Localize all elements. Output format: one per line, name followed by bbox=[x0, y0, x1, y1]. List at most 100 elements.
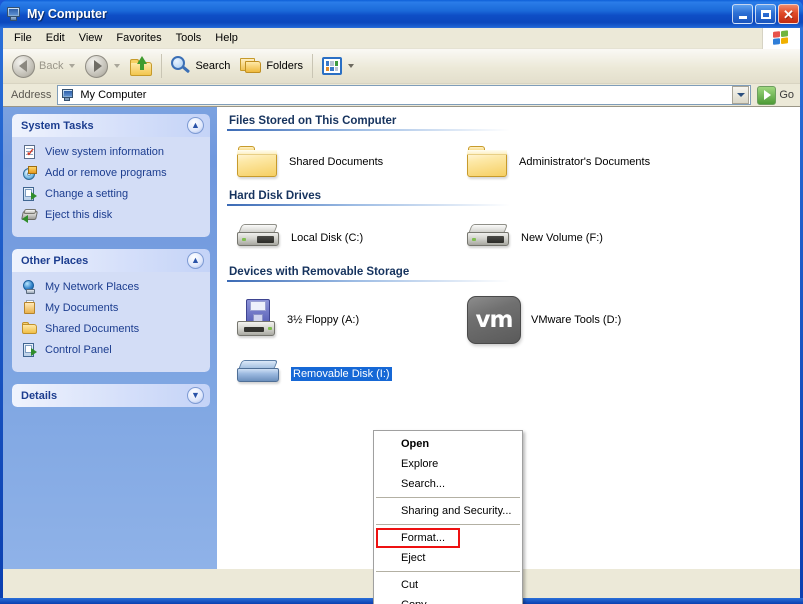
panel-body-other-places: My Network Places My Documents Shared Do… bbox=[12, 272, 210, 372]
minimize-button[interactable] bbox=[732, 4, 753, 24]
panel-body-system-tasks: ✓ View system information Add or remove … bbox=[12, 137, 210, 237]
eject-disk-icon bbox=[21, 207, 38, 223]
back-dropdown-icon[interactable] bbox=[69, 64, 76, 68]
address-bar: Address My Computer Go bbox=[3, 84, 800, 107]
go-label: Go bbox=[779, 89, 794, 101]
context-menu-separator bbox=[376, 524, 520, 525]
computer-icon bbox=[61, 88, 75, 102]
file-item-removable-disk-i[interactable]: Removable Disk (I:) bbox=[237, 358, 467, 390]
sidebar-item-my-network-places[interactable]: My Network Places bbox=[22, 279, 204, 295]
file-item-label: Administrator's Documents bbox=[519, 156, 651, 168]
sidebar-item-eject-this-disk[interactable]: Eject this disk bbox=[21, 207, 204, 223]
section-files-stored: Files Stored on This Computer Shared Doc… bbox=[227, 115, 790, 180]
panel-header-system-tasks[interactable]: System Tasks ▲ bbox=[12, 114, 210, 137]
folder-icon bbox=[467, 144, 509, 180]
file-item-floppy-a[interactable]: 3½ Floppy (A:) bbox=[237, 296, 467, 344]
sidebar-item-shared-documents[interactable]: Shared Documents bbox=[22, 321, 204, 337]
my-computer-window: My Computer ✕ File Edit View Favorites T… bbox=[0, 0, 803, 604]
menu-favorites[interactable]: Favorites bbox=[109, 30, 168, 46]
panel-header-other-places[interactable]: Other Places ▲ bbox=[12, 249, 210, 272]
sidebar-item-view-system-information[interactable]: ✓ View system information bbox=[22, 144, 204, 160]
section-items: 3½ Floppy (A:) vm VMware Tools (D:) bbox=[227, 282, 790, 344]
file-item-label: Local Disk (C:) bbox=[291, 232, 364, 244]
chevron-up-icon[interactable]: ▲ bbox=[187, 117, 204, 134]
hard-drive-icon bbox=[467, 222, 511, 254]
file-item-new-volume-f[interactable]: New Volume (F:) bbox=[467, 222, 697, 254]
context-menu-item-explore[interactable]: Explore bbox=[374, 454, 522, 474]
context-menu-item-cut[interactable]: Cut bbox=[374, 575, 522, 595]
sidebar-item-label: My Documents bbox=[45, 302, 119, 314]
context-menu-item-open[interactable]: Open bbox=[374, 434, 522, 454]
file-item-label: New Volume (F:) bbox=[521, 232, 603, 244]
section-heading: Devices with Removable Storage bbox=[229, 266, 410, 278]
panel-details: Details ▼ bbox=[12, 384, 210, 407]
sidebar-item-label: Add or remove programs bbox=[45, 167, 167, 179]
context-menu-item-sharing-and-security[interactable]: Sharing and Security... bbox=[374, 501, 522, 521]
views-dropdown-icon[interactable] bbox=[348, 64, 355, 68]
title-bar[interactable]: My Computer ✕ bbox=[0, 0, 803, 28]
up-button[interactable] bbox=[125, 52, 157, 81]
search-button[interactable]: Search bbox=[166, 52, 235, 81]
windows-flag-icon bbox=[762, 28, 800, 49]
system-info-icon: ✓ bbox=[24, 145, 36, 159]
folders-button[interactable]: Folders bbox=[235, 52, 308, 81]
views-button[interactable] bbox=[317, 52, 359, 81]
hard-drive-icon bbox=[237, 222, 281, 254]
menu-view[interactable]: View bbox=[72, 30, 110, 46]
folders-icon bbox=[240, 57, 262, 75]
menu-edit[interactable]: Edit bbox=[39, 30, 72, 46]
context-menu-item-eject[interactable]: Eject bbox=[374, 548, 522, 568]
removable-disk-icon bbox=[237, 358, 281, 390]
address-dropdown-button[interactable] bbox=[732, 86, 750, 104]
back-button[interactable]: Back bbox=[7, 52, 80, 81]
window-title: My Computer bbox=[27, 7, 107, 21]
panel-title: System Tasks bbox=[21, 119, 94, 132]
panel-header-details[interactable]: Details ▼ bbox=[12, 384, 210, 407]
sidebar-item-change-a-setting[interactable]: Change a setting bbox=[22, 186, 204, 202]
panel-title: Details bbox=[21, 389, 58, 402]
close-button[interactable]: ✕ bbox=[778, 4, 799, 24]
toolbar-separator-2 bbox=[312, 54, 314, 78]
file-item-vmware-tools-d[interactable]: vm VMware Tools (D:) bbox=[467, 296, 697, 344]
menu-tools[interactable]: Tools bbox=[169, 30, 209, 46]
file-item-shared-documents[interactable]: Shared Documents bbox=[237, 144, 467, 180]
sidebar-item-label: My Network Places bbox=[45, 281, 140, 293]
forward-dropdown-icon[interactable] bbox=[114, 64, 121, 68]
sidebar-item-label: Eject this disk bbox=[45, 209, 113, 221]
menu-help[interactable]: Help bbox=[208, 30, 245, 46]
panel-title: Other Places bbox=[21, 254, 89, 267]
chevron-down-icon[interactable]: ▼ bbox=[187, 387, 204, 404]
forward-arrow-icon bbox=[85, 54, 109, 78]
task-pane-sidebar: System Tasks ▲ ✓ View system information bbox=[3, 107, 217, 569]
context-menu-item-copy[interactable]: Copy bbox=[374, 595, 522, 604]
folder-icon bbox=[237, 144, 279, 180]
toolbar: Back Search Folders bbox=[3, 49, 800, 84]
maximize-button[interactable] bbox=[755, 4, 776, 24]
close-icon: ✕ bbox=[783, 6, 794, 22]
address-input[interactable]: My Computer bbox=[57, 85, 752, 105]
sidebar-item-add-or-remove-programs[interactable]: Add or remove programs bbox=[22, 165, 204, 181]
context-menu-item-search[interactable]: Search... bbox=[374, 474, 522, 494]
search-icon bbox=[171, 56, 191, 76]
context-menu-item-format[interactable]: Format... bbox=[376, 528, 460, 548]
sidebar-item-label: Control Panel bbox=[45, 344, 112, 356]
add-remove-programs-icon bbox=[22, 165, 38, 181]
window-controls: ✕ bbox=[732, 4, 799, 24]
menu-file[interactable]: File bbox=[7, 30, 39, 46]
minimize-icon bbox=[738, 16, 747, 19]
file-item-local-disk-c[interactable]: Local Disk (C:) bbox=[237, 222, 467, 254]
section-removable-storage: Devices with Removable Storage 3½ Floppy… bbox=[227, 266, 790, 390]
sidebar-item-control-panel[interactable]: Control Panel bbox=[22, 342, 204, 358]
maximize-icon bbox=[760, 9, 771, 19]
panel-system-tasks: System Tasks ▲ ✓ View system information bbox=[12, 114, 210, 237]
section-heading: Files Stored on This Computer bbox=[229, 115, 397, 127]
my-documents-icon bbox=[22, 300, 38, 316]
go-button[interactable]: Go bbox=[751, 85, 800, 105]
sidebar-item-my-documents[interactable]: My Documents bbox=[22, 300, 204, 316]
chevron-up-icon[interactable]: ▲ bbox=[187, 252, 204, 269]
file-item-administrators-documents[interactable]: Administrator's Documents bbox=[467, 144, 697, 180]
shared-documents-icon bbox=[22, 321, 38, 337]
forward-button[interactable] bbox=[80, 52, 125, 81]
file-item-label: 3½ Floppy (A:) bbox=[287, 314, 360, 326]
sidebar-item-label: Shared Documents bbox=[45, 323, 140, 335]
